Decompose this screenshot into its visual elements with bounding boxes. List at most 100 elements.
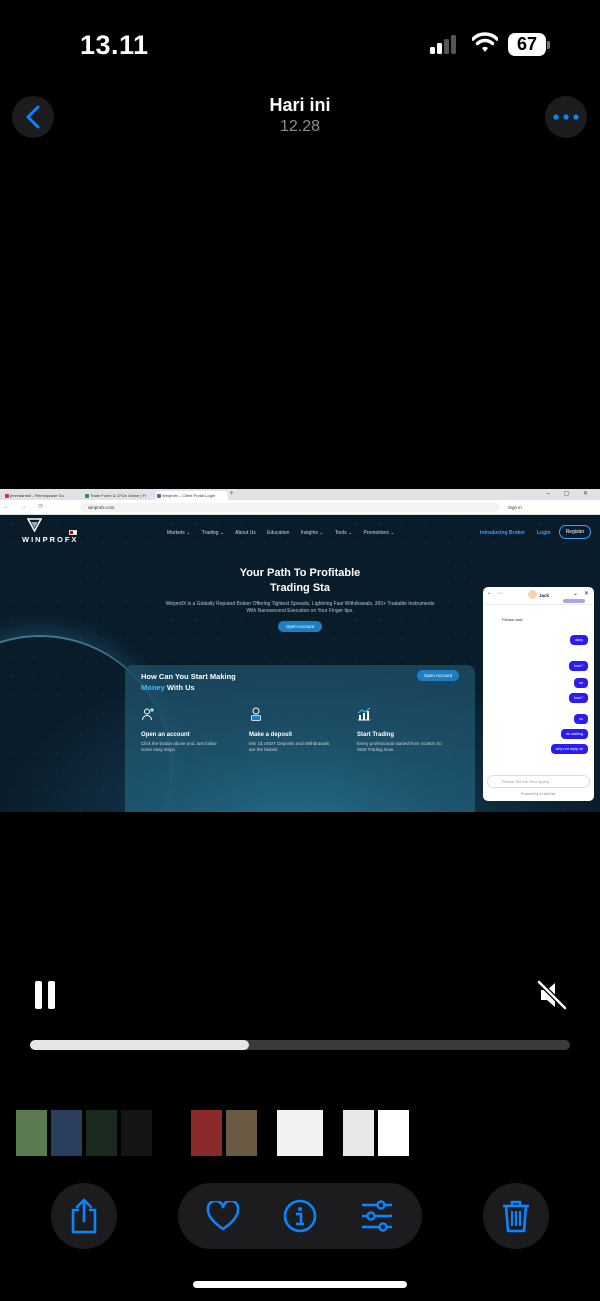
site-logo-text: WINPROFX: [22, 535, 79, 544]
heart-icon: [206, 1201, 240, 1231]
chat-close-icon[interactable]: ✕: [584, 590, 589, 597]
browser-nav-icons[interactable]: ← → ⟳: [3, 503, 48, 510]
hero-open-account-button[interactable]: Open Account: [278, 621, 322, 632]
chat-header: ← ⋯ Jack ⌄ ✕: [483, 587, 594, 605]
tab-label: Trade Forex & CFDs Online | Fr: [90, 493, 147, 498]
chat-menu-icon[interactable]: ⋯: [497, 590, 503, 597]
browser-address-bar: ← → ⟳ winprofx.com Sign in: [0, 500, 600, 515]
home-indicator[interactable]: [193, 1281, 407, 1288]
login-link[interactable]: Login: [537, 530, 551, 536]
share-button[interactable]: [51, 1183, 117, 1249]
chat-message-input[interactable]: Please Tell Me Your Query: [487, 775, 590, 788]
step-description: Min 1$ USDT Deposits and Withdrawals are…: [249, 741, 330, 752]
outgoing-message: why not reply sir: [550, 744, 588, 754]
menu-markets[interactable]: Markets ⌄: [167, 530, 190, 536]
nav-subtitle: 12.28: [279, 118, 321, 135]
thumbnail[interactable]: [51, 1110, 82, 1156]
sign-in-link[interactable]: Sign in: [508, 503, 522, 512]
ellipsis-icon: [553, 114, 579, 120]
how-to-start-card: How Can You Start Making Money With Us O…: [125, 665, 475, 812]
speaker-muted-icon[interactable]: [535, 978, 569, 1012]
step-description: Every professional started from scratch …: [357, 741, 442, 752]
incoming-message: Please wait: [502, 617, 523, 622]
adjust-button[interactable]: [356, 1195, 398, 1237]
agent-name: Jack: [539, 593, 550, 598]
delete-button[interactable]: [483, 1183, 549, 1249]
battery-tip: [547, 41, 550, 49]
chart-growth-icon: [357, 707, 371, 721]
step-title: Open an account: [141, 732, 190, 738]
thumbnail[interactable]: [343, 1110, 374, 1156]
thumbnail-strip[interactable]: [0, 1110, 600, 1156]
introducing-broker-link[interactable]: Introducing Broker: [480, 530, 525, 536]
thumbnail[interactable]: [16, 1110, 47, 1156]
thumbnail[interactable]: [86, 1110, 117, 1156]
menu-about-us[interactable]: About Us: [235, 530, 256, 536]
tab-favicon-icon: [85, 493, 89, 498]
chat-powered-by: Powered by ● LiveChat: [521, 792, 556, 796]
chat-minimize-icon[interactable]: ⌄: [573, 590, 578, 597]
thumbnail[interactable]: [378, 1110, 409, 1156]
thumbnail[interactable]: [121, 1110, 152, 1156]
chat-back-icon[interactable]: ←: [487, 590, 493, 596]
language-flag-icon[interactable]: [69, 530, 77, 535]
user-add-icon: [142, 708, 154, 721]
favorite-button[interactable]: [202, 1195, 244, 1237]
card-open-account-button[interactable]: Open Account: [417, 670, 459, 681]
step-title: Make a deposit: [249, 732, 293, 738]
scrubber-progress: [30, 1040, 249, 1050]
status-time: 13.11: [80, 30, 149, 60]
deposit-icon: [251, 707, 261, 721]
thumbnail[interactable]: [191, 1110, 222, 1156]
outgoing-message: ss: [574, 714, 588, 724]
more-options-button[interactable]: [545, 96, 587, 138]
nav-title: Hari ini: [269, 95, 331, 115]
live-chat-widget[interactable]: ← ⋯ Jack ⌄ ✕ Please wait okey how? sir h…: [483, 587, 594, 801]
step-description: Click the button above and Just follow s…: [141, 741, 217, 752]
tab-label: jenredantall – Remotycase Gu: [10, 493, 64, 498]
url-field[interactable]: winprofx.com: [80, 503, 500, 512]
site-main-menu: Markets ⌄ Trading ⌄ About Us Education I…: [167, 530, 404, 536]
tab-favicon-icon: [157, 493, 161, 498]
outgoing-message: im waiting: [561, 729, 588, 739]
video-scrubber[interactable]: [30, 1040, 570, 1050]
menu-promotions[interactable]: Promotions ⌄: [364, 530, 395, 536]
winprofx-logo-icon: [27, 518, 42, 532]
hero-title-line2: Trading Sta: [270, 582, 330, 594]
outgoing-message: sir: [573, 678, 588, 688]
pause-button[interactable]: [35, 981, 55, 1009]
thumbnail[interactable]: [156, 1110, 187, 1156]
pause-icon: [35, 981, 42, 1009]
register-button[interactable]: Register: [559, 525, 591, 539]
menu-education[interactable]: Education: [267, 530, 289, 536]
outgoing-message: okey: [569, 635, 588, 645]
menu-insights[interactable]: Insights ⌄: [301, 530, 324, 536]
browser-tab[interactable]: jenredantall – Remotycase Gu: [4, 491, 82, 500]
browser-tab[interactable]: Trade Forex & CFDs Online | Fr: [84, 491, 154, 500]
info-button[interactable]: [279, 1195, 321, 1237]
new-tab-icon[interactable]: +: [230, 491, 234, 497]
window-controls[interactable]: – ▢ ✕: [547, 490, 594, 497]
card-title-rest: With Us: [164, 683, 195, 692]
browser-tab-strip: jenredantall – Remotycase Gu Trade Forex…: [0, 489, 600, 500]
hero-description: WinprofX is a Globally Reputed Broker Of…: [165, 601, 435, 614]
pause-icon: [48, 981, 55, 1009]
menu-trading[interactable]: Trading ⌄: [202, 530, 224, 536]
hero-title-line1: Your Path To Profitable: [239, 567, 361, 579]
trash-icon: [503, 1200, 529, 1233]
step-open-account: Open an account Click the button above a…: [141, 707, 226, 753]
hero-title: Your Path To Profitable Trading Sta: [200, 566, 400, 596]
browser-tab-active[interactable]: Winprofx – Client Portal Login: [156, 491, 228, 500]
card-title-line1: How Can You Start Making: [141, 672, 236, 681]
outgoing-message: how?: [568, 661, 588, 671]
outgoing-message: how?: [568, 693, 588, 703]
menu-tools[interactable]: Tools ⌄: [335, 530, 352, 536]
step-start-trading: Start Trading Every professional started…: [357, 707, 442, 753]
blurred-text: [563, 599, 585, 603]
thumbnail[interactable]: [277, 1110, 323, 1156]
share-icon: [71, 1198, 97, 1234]
step-make-deposit: Make a deposit Min 1$ USDT Deposits and …: [249, 707, 334, 753]
tab-favicon-icon: [5, 493, 9, 498]
thumbnail[interactable]: [226, 1110, 257, 1156]
wifi-icon: [472, 32, 498, 52]
